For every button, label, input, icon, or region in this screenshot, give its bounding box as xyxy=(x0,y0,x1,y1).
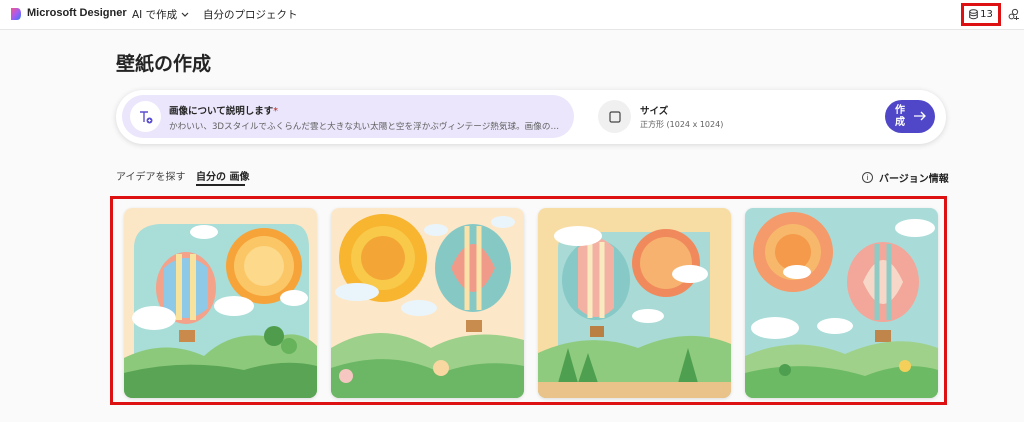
tab-explore-ideas[interactable]: アイデアを探す xyxy=(116,168,186,183)
credits-count: 13 xyxy=(980,9,993,20)
page-title: 壁紙の作成 xyxy=(116,53,212,75)
text-prompt-icon xyxy=(130,101,161,132)
generated-image-3[interactable] xyxy=(538,208,731,398)
credits-button[interactable]: 13 xyxy=(961,3,1001,26)
size-label[interactable]: サイズ xyxy=(640,103,668,117)
active-tab-indicator xyxy=(196,184,245,186)
prompt-bar: 画像について説明します* かわいい、3Dスタイルでふくらんだ雲と大きな丸い太陽と… xyxy=(116,90,946,144)
prompt-label-text: 画像について説明します xyxy=(169,106,274,117)
generated-image-4[interactable] xyxy=(745,208,938,398)
size-selector-icon[interactable] xyxy=(598,100,631,133)
prompt-input[interactable]: 画像について説明します* かわいい、3Dスタイルでふくらんだ雲と大きな丸い太陽と… xyxy=(122,95,574,138)
generated-image-2[interactable] xyxy=(331,208,524,398)
nav-ai-create-label: AI で作成 xyxy=(132,9,178,21)
prompt-text[interactable]: かわいい、3Dスタイルでふくらんだ雲と大きな丸い太陽と空を浮かぶヴィンテージ熱気… xyxy=(169,120,565,132)
generated-image-1[interactable] xyxy=(124,208,317,398)
designer-logo-icon xyxy=(11,8,21,20)
top-bar: Microsoft Designer AI で作成 自分のプロジェクト 13 xyxy=(0,0,1024,30)
version-info-link[interactable]: i バージョン情報 xyxy=(862,170,949,185)
arrow-right-icon xyxy=(914,111,926,121)
size-value[interactable]: 正方形 (1024 x 1024) xyxy=(640,119,723,130)
nav-ai-create[interactable]: AI で作成 xyxy=(132,7,189,22)
create-button-label: 作成 xyxy=(895,104,905,128)
square-icon xyxy=(608,110,621,123)
tab-my-images[interactable]: 自分の 画像 xyxy=(196,168,249,183)
app-brand[interactable]: Microsoft Designer xyxy=(27,7,127,19)
chevron-down-icon xyxy=(181,12,189,17)
version-info-label: バージョン情報 xyxy=(879,174,949,185)
image-gallery xyxy=(110,196,947,405)
coins-icon xyxy=(969,9,978,20)
prompt-label: 画像について説明します* xyxy=(169,103,278,117)
share-icon[interactable] xyxy=(1008,8,1020,20)
nav-my-projects[interactable]: 自分のプロジェクト xyxy=(203,7,298,22)
required-mark: * xyxy=(273,106,278,117)
info-icon: i xyxy=(862,172,873,183)
create-button[interactable]: 作成 xyxy=(885,100,935,133)
